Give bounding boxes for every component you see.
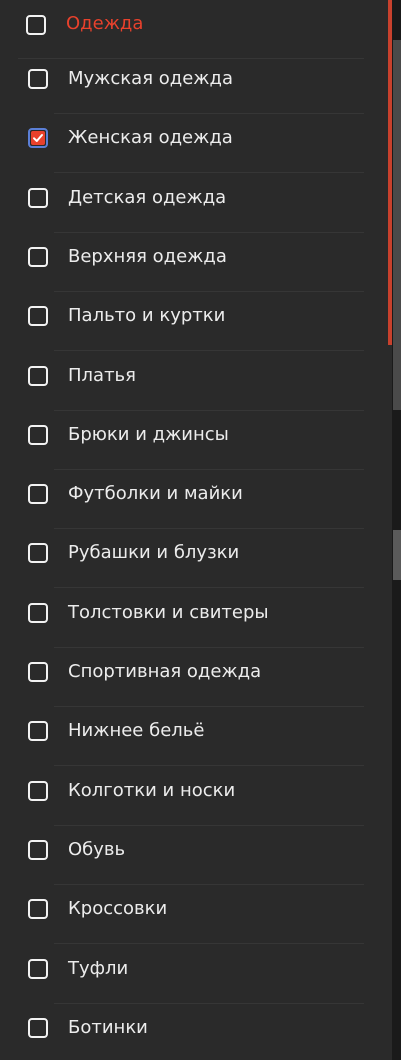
- category-item-label: Брюки и джинсы: [68, 423, 229, 445]
- category-item-label: Спортивная одежда: [68, 661, 262, 682]
- category-item-label: Женская одежда: [68, 127, 233, 149]
- category-item[interactable]: Нижнее бельё: [0, 707, 392, 767]
- category-checkbox[interactable]: [28, 958, 48, 979]
- category-checkbox[interactable]: [28, 69, 48, 89]
- category-checkbox[interactable]: [28, 543, 48, 564]
- category-checkbox[interactable]: [28, 306, 48, 327]
- category-checkbox[interactable]: [28, 721, 48, 742]
- category-item-label: Платья: [68, 364, 136, 386]
- category-checkbox[interactable]: [28, 899, 48, 920]
- category-item[interactable]: Обувь: [0, 826, 392, 885]
- category-item[interactable]: Детская одежда: [0, 174, 392, 233]
- category-item[interactable]: Пальто и куртки: [0, 292, 392, 352]
- category-item[interactable]: Верхняя одежда: [0, 233, 392, 292]
- category-item-label: Колготки и носки: [68, 779, 236, 801]
- category-header-checkbox[interactable]: [26, 15, 46, 35]
- category-item-label: Ботинки: [68, 1016, 148, 1038]
- category-item-label: Мужская одежда: [68, 68, 233, 89]
- category-item-label: Туфли: [68, 957, 129, 979]
- active-section-indicator: [388, 0, 392, 345]
- category-item[interactable]: Брюки и джинсы: [0, 411, 392, 470]
- category-checkbox[interactable]: [28, 365, 48, 386]
- category-item[interactable]: Ботинки: [0, 1004, 392, 1060]
- category-item-label: Детская одежда: [68, 186, 227, 208]
- checkmark-icon: [31, 131, 45, 146]
- category-item-label: Рубашки и блузки: [68, 542, 240, 564]
- category-item-label: Толстовки и свитеры: [68, 601, 269, 623]
- category-item-label: Кроссовки: [68, 898, 168, 920]
- category-item[interactable]: Платья: [0, 352, 392, 411]
- scrollbar-thumb[interactable]: [393, 530, 401, 580]
- category-item[interactable]: Мужская одежда: [0, 55, 392, 114]
- category-checkbox-checked[interactable]: [28, 128, 48, 149]
- scrollbar-upper-region: [393, 40, 401, 410]
- category-item-label: Пальто и куртки: [68, 305, 226, 327]
- category-checkbox[interactable]: [28, 246, 48, 267]
- category-checkbox[interactable]: [28, 662, 48, 682]
- category-item[interactable]: Кроссовки: [0, 885, 392, 945]
- category-checkbox[interactable]: [28, 839, 48, 860]
- category-item-label: Верхняя одежда: [68, 245, 227, 267]
- category-item[interactable]: Футболки и майки: [0, 470, 392, 530]
- category-item[interactable]: Женская одежда: [0, 114, 392, 174]
- category-item-label: Обувь: [68, 838, 126, 860]
- category-item[interactable]: Рубашки и блузки: [0, 529, 392, 589]
- category-checkbox[interactable]: [28, 187, 48, 208]
- category-header-row[interactable]: Одежда: [0, 0, 392, 59]
- category-item-label: Нижнее бельё: [68, 720, 205, 742]
- category-item-label: Футболки и майки: [68, 483, 243, 505]
- category-item[interactable]: Спортивная одежда: [0, 648, 392, 707]
- category-item[interactable]: Толстовки и свитеры: [0, 589, 392, 648]
- category-checkbox[interactable]: [28, 424, 48, 445]
- category-filter-panel: Одежда Мужская одежда Женская одежда Детск…: [0, 0, 392, 1060]
- category-checkbox[interactable]: [28, 484, 48, 505]
- category-item[interactable]: Колготки и носки: [0, 767, 392, 826]
- category-checkbox[interactable]: [28, 602, 48, 623]
- category-checkbox[interactable]: [28, 780, 48, 801]
- category-item[interactable]: Туфли: [0, 945, 392, 1004]
- category-checkbox[interactable]: [28, 1017, 48, 1038]
- category-header-label: Одежда: [66, 13, 144, 34]
